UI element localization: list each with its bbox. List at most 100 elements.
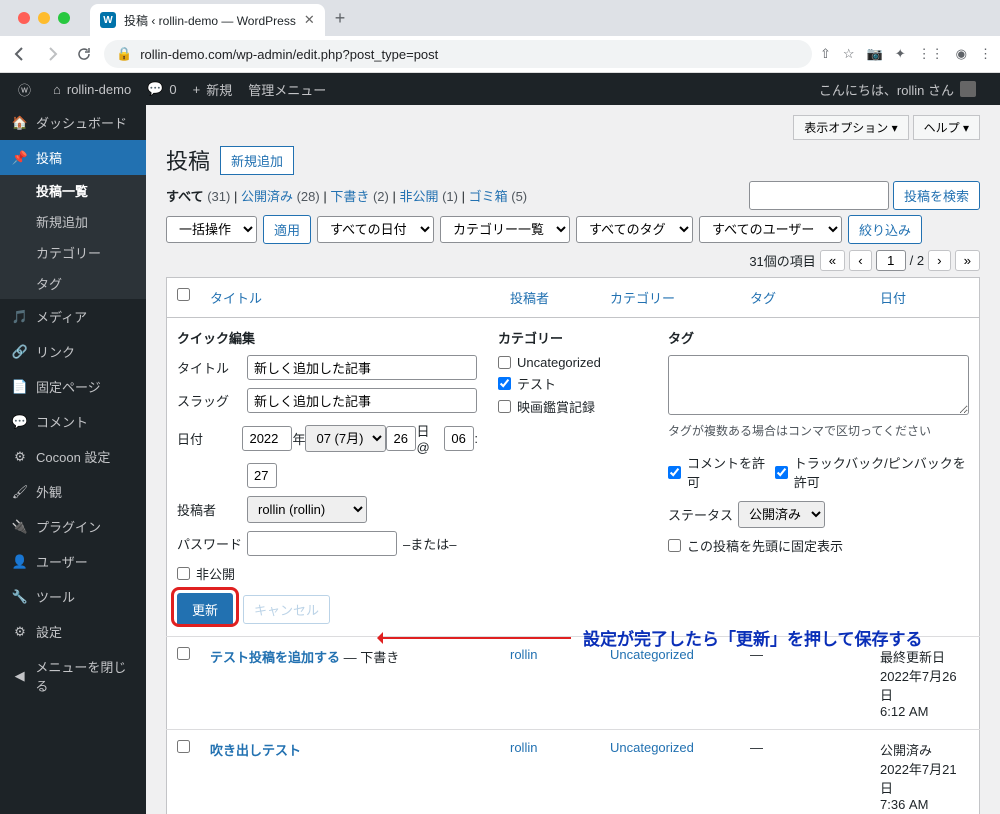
- filter-draft[interactable]: 下書き: [330, 189, 369, 204]
- submenu-posts-new[interactable]: 新規追加: [0, 206, 146, 237]
- category-link[interactable]: Uncategorized: [610, 740, 694, 755]
- bulk-action-select[interactable]: 一括操作: [166, 216, 257, 243]
- sidebar-item-media[interactable]: 🎵メディア: [0, 299, 146, 334]
- reload-button[interactable]: [72, 42, 96, 66]
- search-input[interactable]: [749, 181, 889, 210]
- user-greeting[interactable]: こんにちは、rollin さん: [811, 80, 990, 99]
- column-title[interactable]: タイトル: [210, 291, 262, 306]
- pin-icon: 📌: [10, 150, 30, 166]
- column-date[interactable]: 日付: [880, 291, 906, 306]
- forward-button[interactable]: [40, 42, 64, 66]
- status-select[interactable]: 公開済み: [738, 501, 825, 528]
- new-content-link[interactable]: +新規: [185, 80, 241, 99]
- cat-test-checkbox[interactable]: [498, 377, 511, 390]
- category-filter-select[interactable]: カテゴリー一覧: [440, 216, 570, 243]
- sidebar-item-links[interactable]: 🔗リンク: [0, 334, 146, 369]
- user-filter-select[interactable]: すべてのユーザー: [699, 216, 842, 243]
- sidebar-item-appearance[interactable]: 🖌外観: [0, 474, 146, 509]
- cat-movie-checkbox[interactable]: [498, 400, 511, 413]
- cat-uncategorized-checkbox[interactable]: [498, 356, 511, 369]
- next-page-button[interactable]: ›: [928, 250, 950, 271]
- post-title-link[interactable]: 吹き出しテスト: [210, 743, 301, 758]
- sidebar-item-pages[interactable]: 📄固定ページ: [0, 369, 146, 404]
- page-number-input[interactable]: [876, 250, 906, 271]
- dashboard-icon: 🏠: [10, 115, 30, 131]
- tab-close-icon[interactable]: ✕: [304, 12, 315, 28]
- row-checkbox[interactable]: [177, 740, 190, 753]
- search-box: 投稿を検索: [749, 181, 980, 210]
- help-button[interactable]: ヘルプ ▾: [913, 115, 980, 140]
- title-input[interactable]: [247, 355, 477, 380]
- update-button[interactable]: 更新: [177, 593, 233, 626]
- extension-icon[interactable]: ✦: [895, 46, 906, 62]
- annotation-text: 設定が完了したら「更新」を押して保存する: [583, 625, 923, 650]
- submenu-posts-list[interactable]: 投稿一覧: [0, 175, 146, 206]
- sidebar-item-plugins[interactable]: 🔌プラグイン: [0, 509, 146, 544]
- star-icon[interactable]: ☆: [843, 46, 855, 62]
- menu-icon[interactable]: ⋮⋮: [918, 46, 944, 62]
- filter-trash[interactable]: ゴミ箱: [469, 189, 508, 204]
- camera-icon[interactable]: 📷: [867, 46, 883, 62]
- profile-icon[interactable]: ◉: [956, 46, 967, 62]
- row-checkbox[interactable]: [177, 647, 190, 660]
- share-icon[interactable]: ⇧: [820, 46, 831, 62]
- filter-published[interactable]: 公開済み: [241, 189, 293, 204]
- filter-button[interactable]: 絞り込み: [848, 215, 922, 244]
- kebab-menu-icon[interactable]: ⋮: [979, 46, 992, 62]
- cancel-button[interactable]: キャンセル: [243, 595, 330, 624]
- tags-textarea[interactable]: [668, 355, 969, 415]
- comments-link[interactable]: 💬0: [139, 81, 184, 97]
- first-page-button[interactable]: «: [820, 250, 845, 271]
- sidebar-item-dashboard[interactable]: 🏠ダッシュボード: [0, 105, 146, 140]
- minimize-window-button[interactable]: [38, 12, 50, 24]
- back-button[interactable]: [8, 42, 32, 66]
- month-select[interactable]: 07 (7月): [305, 425, 386, 452]
- sidebar-collapse[interactable]: ◀メニューを閉じる: [0, 649, 146, 703]
- slug-label: スラッグ: [177, 391, 247, 410]
- apply-button[interactable]: 適用: [263, 215, 311, 244]
- day-input[interactable]: [386, 426, 416, 451]
- last-page-button[interactable]: »: [955, 250, 980, 271]
- filter-all[interactable]: すべて: [166, 189, 204, 204]
- author-select[interactable]: rollin (rollin): [247, 496, 367, 523]
- private-checkbox[interactable]: [177, 567, 190, 580]
- screen-options-button[interactable]: 表示オプション ▾: [793, 115, 908, 140]
- slug-input[interactable]: [247, 388, 477, 413]
- filter-private[interactable]: 非公開: [399, 189, 438, 204]
- minute-input[interactable]: [247, 463, 277, 488]
- new-tab-button[interactable]: +: [335, 8, 346, 29]
- sidebar-item-tools[interactable]: 🔧ツール: [0, 579, 146, 614]
- sticky-checkbox[interactable]: [668, 539, 681, 552]
- user-icon: 👤: [10, 554, 30, 570]
- browser-tab[interactable]: W 投稿 ‹ rollin-demo — WordPress ✕: [90, 4, 325, 36]
- admin-menu-link[interactable]: 管理メニュー: [240, 80, 334, 99]
- sidebar-item-users[interactable]: 👤ユーザー: [0, 544, 146, 579]
- browser-chrome: W 投稿 ‹ rollin-demo — WordPress ✕ + 🔒 rol…: [0, 0, 1000, 73]
- post-title-link[interactable]: テスト投稿を追加する: [210, 650, 340, 665]
- submenu-posts-tags[interactable]: タグ: [0, 268, 146, 299]
- password-input[interactable]: [247, 531, 397, 556]
- wp-logo[interactable]: ⓦ: [10, 80, 45, 99]
- prev-page-button[interactable]: ‹: [849, 250, 871, 271]
- site-name-link[interactable]: ⌂rollin-demo: [45, 82, 139, 97]
- maximize-window-button[interactable]: [58, 12, 70, 24]
- allow-pings-checkbox[interactable]: [775, 466, 788, 479]
- sidebar-item-posts[interactable]: 📌投稿: [0, 140, 146, 175]
- tag-filter-select[interactable]: すべてのタグ: [576, 216, 693, 243]
- address-bar[interactable]: 🔒 rollin-demo.com/wp-admin/edit.php?post…: [104, 40, 812, 68]
- add-new-button[interactable]: 新規追加: [220, 146, 294, 175]
- tag-note: タグが複数ある場合はコンマで区切ってください: [668, 422, 969, 439]
- sidebar-item-settings[interactable]: ⚙設定: [0, 614, 146, 649]
- close-window-button[interactable]: [18, 12, 30, 24]
- search-button[interactable]: 投稿を検索: [893, 181, 980, 210]
- allow-comments-checkbox[interactable]: [668, 466, 681, 479]
- year-input[interactable]: [242, 426, 292, 451]
- sidebar-item-cocoon[interactable]: ⚙Cocoon 設定: [0, 439, 146, 474]
- submenu-posts-categories[interactable]: カテゴリー: [0, 237, 146, 268]
- author-link[interactable]: rollin: [510, 740, 537, 755]
- sidebar-item-comments[interactable]: 💬コメント: [0, 404, 146, 439]
- date-filter-select[interactable]: すべての日付: [317, 216, 434, 243]
- select-all-checkbox[interactable]: [177, 288, 190, 301]
- hour-input[interactable]: [444, 426, 474, 451]
- category-label: カテゴリー: [498, 328, 648, 347]
